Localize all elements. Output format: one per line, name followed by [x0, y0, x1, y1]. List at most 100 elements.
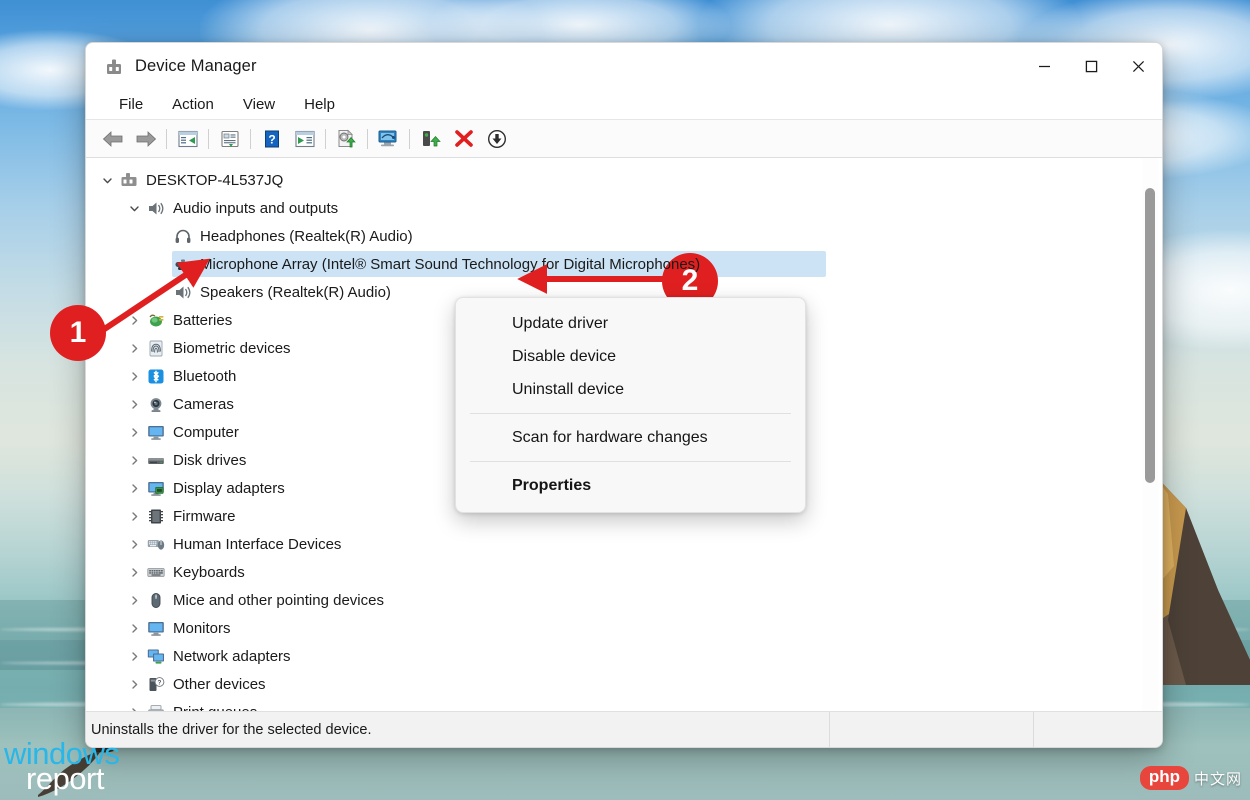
menu-view[interactable]: View	[232, 94, 286, 115]
headphones-icon	[172, 226, 194, 246]
enable-device-icon[interactable]	[414, 124, 447, 154]
context-menu-item-disable-device[interactable]: Disable device	[456, 340, 805, 373]
tree-item-label: Speakers (Realtek(R) Audio)	[200, 284, 391, 301]
context-menu-item-update-driver[interactable]: Update driver	[456, 307, 805, 340]
update-driver-icon[interactable]	[330, 124, 363, 154]
status-bar-cell-2	[829, 712, 1033, 748]
mouse-icon	[145, 590, 167, 610]
microphone-array-icon	[172, 254, 194, 274]
show-hide-action-pane-icon[interactable]	[288, 124, 321, 154]
device-manager-icon	[104, 57, 124, 77]
tree-item[interactable]: Microphone Array (Intel® Smart Sound Tec…	[86, 250, 1162, 278]
chevron-right-icon[interactable]	[123, 539, 145, 550]
tree-item-label: Microphone Array (Intel® Smart Sound Tec…	[200, 256, 700, 273]
chevron-right-icon[interactable]	[123, 651, 145, 662]
tree-item[interactable]: ? Other devices	[86, 670, 1162, 698]
menu-action[interactable]: Action	[161, 94, 225, 115]
tree-item[interactable]: Mice and other pointing devices	[86, 586, 1162, 614]
chevron-right-icon[interactable]	[123, 511, 145, 522]
tree-item[interactable]: DESKTOP-4L537JQ	[86, 166, 1162, 194]
annotation-badge-1: 1	[50, 305, 106, 361]
menu-bar: File Action View Help	[86, 90, 1162, 120]
context-menu-item-uninstall-device[interactable]: Uninstall device	[456, 373, 805, 406]
speaker-icon	[145, 198, 167, 218]
tree-item[interactable]: Human Interface Devices	[86, 530, 1162, 558]
scan-for-hardware-changes-icon[interactable]	[372, 124, 405, 154]
silhouette-figure	[30, 745, 120, 800]
other-device-icon: ?	[145, 674, 167, 694]
close-button[interactable]	[1115, 43, 1162, 90]
tree-item[interactable]: Network adapters	[86, 642, 1162, 670]
tree-item-label: Firmware	[173, 508, 236, 525]
tree-item[interactable]: Monitors	[86, 614, 1162, 642]
firmware-chip-icon	[145, 506, 167, 526]
tree-item-label: Audio inputs and outputs	[173, 200, 338, 217]
scrollbar-thumb[interactable]	[1145, 188, 1155, 483]
disable-device-icon[interactable]	[480, 124, 513, 154]
context-menu-item-properties[interactable]: Properties	[456, 469, 805, 502]
device-manager-window: Device Manager File Action View Help	[85, 42, 1163, 748]
help-icon[interactable]: ?	[255, 124, 288, 154]
maximize-button[interactable]	[1068, 43, 1115, 90]
tree-item-label: Network adapters	[173, 648, 291, 665]
show-hide-console-tree-icon[interactable]	[171, 124, 204, 154]
chevron-right-icon[interactable]	[123, 707, 145, 712]
tree-item[interactable]: Audio inputs and outputs	[86, 194, 1162, 222]
status-bar-cell-3	[1033, 712, 1162, 748]
watermark-line-2: report	[26, 763, 119, 794]
hid-icon	[145, 534, 167, 554]
chevron-down-icon[interactable]	[96, 175, 118, 186]
minimize-button[interactable]	[1021, 43, 1068, 90]
tree-item-label: Disk drives	[173, 452, 246, 469]
status-bar-text: Uninstalls the driver for the selected d…	[86, 722, 829, 738]
chevron-right-icon[interactable]	[123, 315, 145, 326]
tree-item-label: Computer	[173, 424, 239, 441]
toolbar: ?	[86, 120, 1162, 158]
menu-help[interactable]: Help	[293, 94, 346, 115]
context-menu-separator	[470, 413, 791, 414]
context-menu[interactable]: Update driver Disable device Uninstall d…	[455, 297, 806, 513]
properties-icon[interactable]	[213, 124, 246, 154]
tree-item-label: Batteries	[173, 312, 232, 329]
tree-item[interactable]: Keyboards	[86, 558, 1162, 586]
chevron-right-icon[interactable]	[123, 679, 145, 690]
title-bar: Device Manager	[86, 43, 1162, 90]
chevron-right-icon[interactable]	[123, 371, 145, 382]
toolbar-separator	[166, 129, 167, 149]
status-bar: Uninstalls the driver for the selected d…	[86, 711, 1162, 747]
menu-file[interactable]: File	[108, 94, 154, 115]
tree-item-label: Other devices	[173, 676, 266, 693]
monitor-icon	[145, 618, 167, 638]
tree-item[interactable]: Headphones (Realtek(R) Audio)	[86, 222, 1162, 250]
toolbar-separator	[409, 129, 410, 149]
tree-item-label: Biometric devices	[173, 340, 291, 357]
chevron-right-icon[interactable]	[123, 399, 145, 410]
tree-item[interactable]: Print queues	[86, 698, 1162, 711]
disk-drive-icon	[145, 450, 167, 470]
network-adapter-icon	[145, 646, 167, 666]
chevron-right-icon[interactable]	[123, 427, 145, 438]
watermark-php-cn: php 中文网	[1140, 766, 1242, 790]
forward-icon[interactable]	[129, 124, 162, 154]
caption-buttons	[1021, 43, 1162, 90]
toolbar-separator	[250, 129, 251, 149]
uninstall-device-icon[interactable]	[447, 124, 480, 154]
context-menu-item-scan-for-hardware-changes[interactable]: Scan for hardware changes	[456, 421, 805, 454]
chevron-right-icon[interactable]	[123, 567, 145, 578]
battery-icon	[145, 310, 167, 330]
bluetooth-icon	[145, 366, 167, 386]
chevron-right-icon[interactable]	[123, 623, 145, 634]
vertical-scrollbar[interactable]	[1142, 158, 1158, 711]
tree-item-label: Mice and other pointing devices	[173, 592, 384, 609]
tree-item-label: Bluetooth	[173, 368, 236, 385]
watermark-php-badge: php	[1140, 766, 1189, 790]
back-icon[interactable]	[96, 124, 129, 154]
chevron-right-icon[interactable]	[123, 343, 145, 354]
chevron-right-icon[interactable]	[123, 483, 145, 494]
chevron-down-icon[interactable]	[123, 203, 145, 214]
keyboard-icon	[145, 562, 167, 582]
context-menu-separator	[470, 461, 791, 462]
toolbar-separator	[367, 129, 368, 149]
chevron-right-icon[interactable]	[123, 595, 145, 606]
chevron-right-icon[interactable]	[123, 455, 145, 466]
